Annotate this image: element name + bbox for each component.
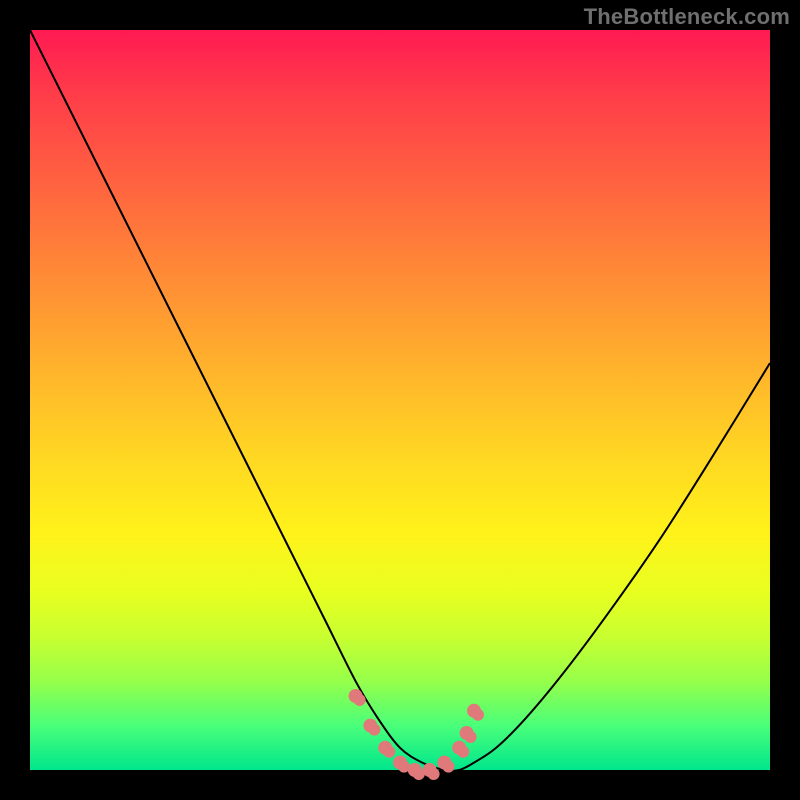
optimal-zone-dot (368, 724, 380, 736)
chart-svg (30, 30, 770, 770)
optimal-zone-dot (457, 746, 469, 758)
optimal-zone-dot (383, 746, 395, 758)
optimal-zone-dot (428, 768, 440, 780)
bottleneck-curve (30, 30, 770, 771)
optimal-zone-dot (465, 731, 477, 743)
optimal-zone-dot (354, 694, 366, 706)
plot-area (30, 30, 770, 770)
optimal-zone-dot (472, 709, 484, 721)
watermark-text: TheBottleneck.com (584, 4, 790, 30)
chart-frame: TheBottleneck.com (0, 0, 800, 800)
optimal-zone-dot (442, 761, 454, 773)
